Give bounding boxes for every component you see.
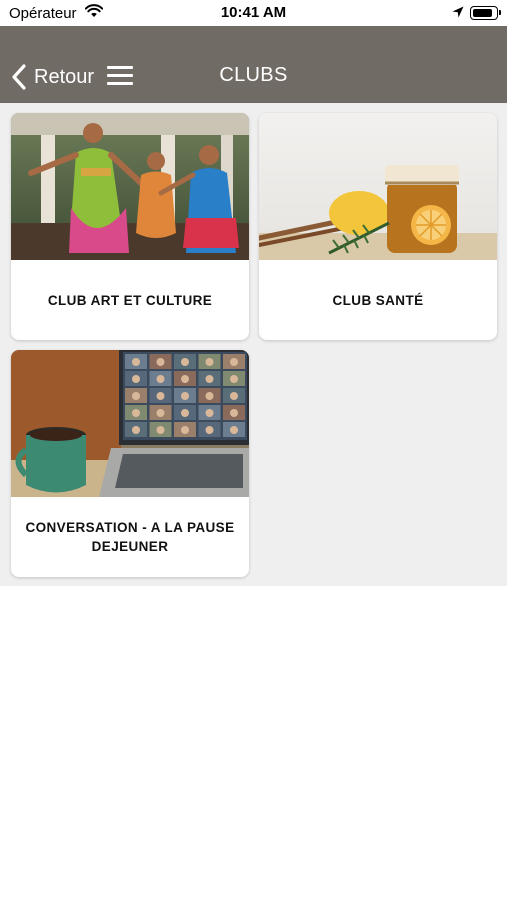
club-card-sante[interactable]: CLUB SANTÉ xyxy=(259,113,497,340)
location-arrow-icon xyxy=(452,6,464,18)
battery-level xyxy=(472,8,493,17)
clubs-grid: CLUB ART ET CULTURE CLUB SANTÉ CONVERSAT… xyxy=(0,103,507,586)
club-card-label: CONVERSATION - A LA PAUSE DEJEUNER xyxy=(25,520,235,554)
battery-icon xyxy=(470,6,501,20)
club-card-art-culture[interactable]: CLUB ART ET CULTURE xyxy=(11,113,249,340)
laptop-video-call-mug-photo xyxy=(11,350,249,497)
dancers-photo xyxy=(11,113,249,260)
navigation-bar: Retour CLUBS xyxy=(0,26,507,103)
club-card-label: CLUB SANTÉ xyxy=(332,292,424,308)
club-card-conversation[interactable]: CONVERSATION - A LA PAUSE DEJEUNER xyxy=(11,350,249,577)
status-bar: Opérateur 10:41 AM xyxy=(0,0,507,26)
status-time: 10:41 AM xyxy=(220,4,287,21)
page-title: CLUBS xyxy=(219,64,288,86)
club-card-label: CLUB ART ET CULTURE xyxy=(47,292,213,308)
honey-lemon-jar-photo xyxy=(259,113,497,260)
